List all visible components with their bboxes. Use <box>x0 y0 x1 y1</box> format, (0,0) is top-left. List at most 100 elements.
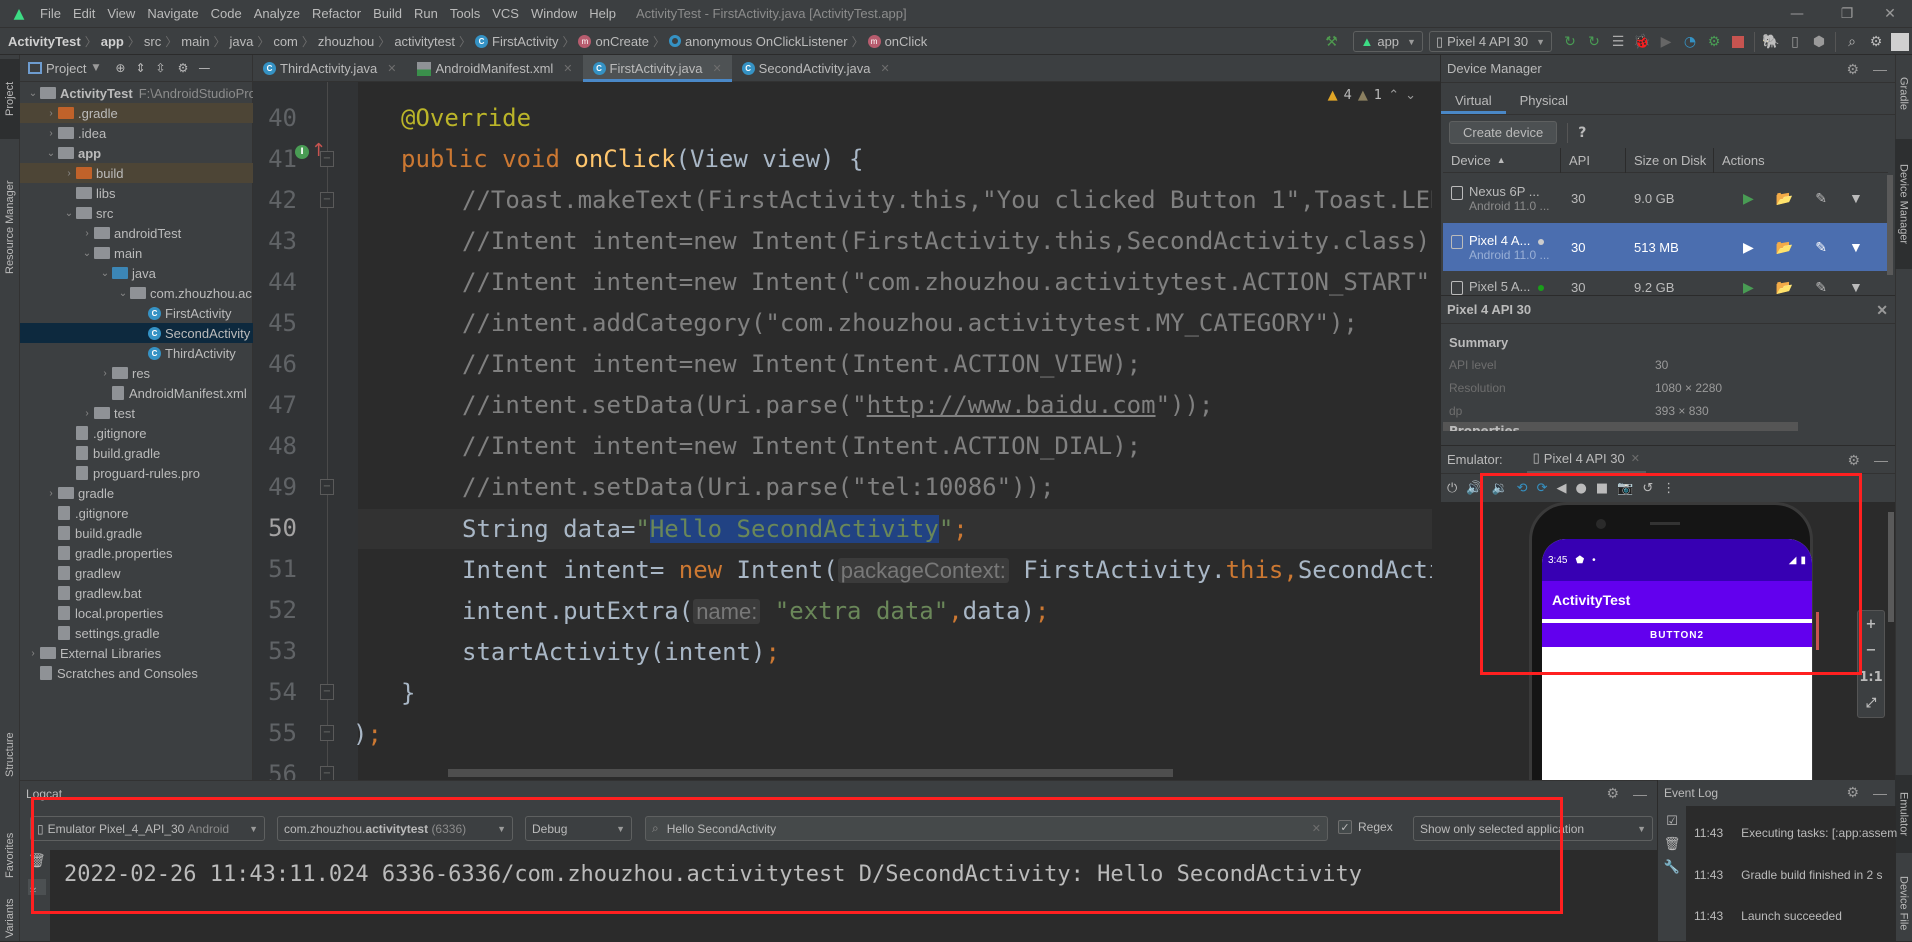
restore-button[interactable]: ❐ <box>1825 0 1869 28</box>
menu-edit[interactable]: Edit <box>67 6 101 21</box>
menu-code[interactable]: Code <box>205 6 248 21</box>
stop-icon[interactable] <box>1726 30 1750 54</box>
more-actions-icon[interactable]: ▼ <box>1849 239 1863 256</box>
sdk-manager-icon[interactable]: ⬢ <box>1807 30 1831 54</box>
profile-icon[interactable]: ◔ <box>1678 30 1702 54</box>
next-highlight-icon[interactable]: ⌄ <box>1405 88 1416 103</box>
tree-item[interactable]: ⌄ app <box>20 143 253 163</box>
column-device[interactable]: Device ▲ <box>1443 147 1561 173</box>
tree-item[interactable]: gradlew <box>20 563 253 583</box>
edit-icon[interactable]: ✎ <box>1815 190 1827 207</box>
tool-tab-project[interactable]: Project <box>0 59 20 139</box>
chevron-right-icon[interactable]: › <box>44 128 58 139</box>
breadcrumb-main[interactable]: main <box>181 34 209 49</box>
breadcrumb-module[interactable]: app <box>101 34 124 49</box>
fold-marker-icon[interactable]: − <box>320 192 334 208</box>
breadcrumb-project[interactable]: ActivityTest <box>8 34 81 49</box>
tree-item[interactable]: AndroidManifest.xml <box>20 383 253 403</box>
tree-item[interactable]: libs <box>20 183 253 203</box>
emulator-tab[interactable]: ▯ Pixel 4 API 30 ✕ <box>1526 446 1646 474</box>
tree-item[interactable]: build.gradle <box>20 523 253 543</box>
chevron-right-icon[interactable]: › <box>26 648 40 659</box>
clear-logcat-icon[interactable]: 🗑 <box>28 853 46 869</box>
home-icon[interactable]: ● <box>1575 481 1586 496</box>
hide-icon[interactable]: — <box>1633 786 1647 802</box>
screenshot-icon[interactable]: 📷 <box>1617 481 1633 496</box>
tree-item[interactable]: build.gradle <box>20 443 253 463</box>
launch-icon[interactable]: ▶ <box>1743 190 1754 207</box>
tree-item[interactable]: › .idea <box>20 123 253 143</box>
column-api[interactable]: API <box>1561 147 1626 173</box>
create-device-button[interactable]: Create device <box>1449 121 1558 144</box>
zoom-out-button[interactable]: − <box>1866 643 1877 658</box>
logcat-search-input[interactable]: ⌕ Hello SecondActivity ✕ <box>645 816 1328 841</box>
collapse-all-icon[interactable]: ⇳ <box>156 61 166 75</box>
tree-item[interactable]: › build <box>20 163 253 183</box>
phone-screen[interactable]: 3:45 ⬟ • ◢ ▮ ActivityTest BUTTON2 <box>1542 539 1812 780</box>
tool-tab-device-file-explorer[interactable]: Device File <box>1895 865 1912 941</box>
chevron-right-icon[interactable]: › <box>44 108 58 119</box>
menu-analyze[interactable]: Analyze <box>248 6 306 21</box>
gear-icon[interactable]: ⚙ <box>1847 452 1860 469</box>
zoom-actual-size-button[interactable]: 1:1 <box>1859 670 1882 685</box>
locate-icon[interactable]: ⊕ <box>115 61 125 75</box>
menu-vcs[interactable]: VCS <box>486 6 525 21</box>
menu-window[interactable]: Window <box>525 6 583 21</box>
tree-item[interactable]: › .gradle <box>20 103 253 123</box>
tree-item[interactable]: C ThirdActivity <box>20 343 253 363</box>
volume-down-icon[interactable]: 🔉 <box>1491 481 1507 496</box>
breadcrumb-activitytest[interactable]: activitytest <box>394 34 455 49</box>
device-row[interactable]: Pixel 4 A... Android 11.0 ... 30 513 MB ▶ 📂 ✎ ▼ <box>1443 223 1888 271</box>
chevron-right-icon[interactable]: › <box>80 408 94 419</box>
breadcrumb-java[interactable]: java <box>229 34 253 49</box>
tree-item[interactable]: .gitignore <box>20 423 253 443</box>
event-text[interactable]: Executing tasks: [:app:assem <box>1741 826 1897 840</box>
menu-build[interactable]: Build <box>367 6 408 21</box>
mark-all-read-icon[interactable]: ☑ <box>1666 814 1678 829</box>
tree-item[interactable]: ⌄ src <box>20 203 253 223</box>
snapshot-icon[interactable]: ↺ <box>1642 481 1653 496</box>
button2[interactable]: BUTTON2 <box>1542 623 1812 647</box>
tree-item[interactable]: Scratches and Consoles <box>20 663 253 683</box>
editor-horizontal-scrollbar[interactable] <box>448 769 1173 777</box>
menu-view[interactable]: View <box>101 6 141 21</box>
clear-log-icon[interactable]: 🗑 <box>1664 837 1681 852</box>
logcat-level-select[interactable]: Debug ▼ <box>525 816 632 841</box>
expand-all-icon[interactable]: ⇕ <box>135 61 145 75</box>
gear-icon[interactable]: ⚙ <box>1864 30 1888 54</box>
previous-highlight-icon[interactable]: ⌃ <box>1388 88 1399 103</box>
tab-first-activity[interactable]: C FirstActivity.java ✕ <box>582 55 732 82</box>
folder-icon[interactable]: 📂 <box>1776 279 1793 296</box>
tree-item[interactable]: ⌄ java <box>20 263 253 283</box>
close-tab-icon[interactable]: ✕ <box>712 62 721 75</box>
tool-tab-emulator[interactable]: Emulator <box>1895 775 1912 853</box>
rerun-icon[interactable]: ↻ <box>1558 30 1582 54</box>
chevron-down-icon[interactable]: ⌄ <box>44 148 58 159</box>
rotate-right-icon[interactable]: ⟳ <box>1537 481 1548 496</box>
breadcrumb-src[interactable]: src <box>144 34 161 49</box>
tree-item[interactable]: gradle.properties <box>20 543 253 563</box>
tree-item[interactable]: C FirstActivity <box>20 303 253 323</box>
fold-marker-icon[interactable]: − <box>320 725 334 741</box>
device-row[interactable]: Nexus 6P ... Android 11.0 ... 30 9.0 GB ▶ 📂 ✎ ▼ <box>1443 174 1888 222</box>
implements-icon[interactable]: I <box>295 145 309 159</box>
gear-icon[interactable]: ⚙ <box>178 61 189 75</box>
regex-checkbox[interactable]: ✓ <box>1338 820 1352 834</box>
code-editor[interactable]: 40 41 42 43 44 45 46 47 48 49 50 51 52 53 54 55 56− − − − − −… <box>253 82 1440 780</box>
launch-icon[interactable]: ▶ <box>1743 239 1754 256</box>
hide-icon[interactable]: — <box>1874 452 1888 468</box>
back-icon[interactable]: ◀ <box>1556 481 1566 496</box>
search-icon[interactable]: ⌕ <box>1840 30 1864 54</box>
clear-search-icon[interactable]: ✕ <box>1312 822 1321 835</box>
chevron-right-icon[interactable]: › <box>62 168 76 179</box>
gear-icon[interactable]: ⚙ <box>1606 785 1619 802</box>
event-text[interactable]: Launch succeeded <box>1741 909 1842 923</box>
tool-tab-structure[interactable]: Structure <box>0 715 20 795</box>
chevron-down-icon[interactable]: ⌄ <box>116 288 130 299</box>
tool-tab-favorites[interactable]: Favorites <box>0 815 20 895</box>
tree-item[interactable]: gradlew.bat <box>20 583 253 603</box>
breadcrumb-zhouzhou[interactable]: zhouzhou <box>318 34 374 49</box>
zoom-fit-button[interactable]: ⤢ <box>1866 696 1876 711</box>
tree-item[interactable]: › External Libraries <box>20 643 253 663</box>
close-tab-icon[interactable]: ✕ <box>880 62 889 75</box>
